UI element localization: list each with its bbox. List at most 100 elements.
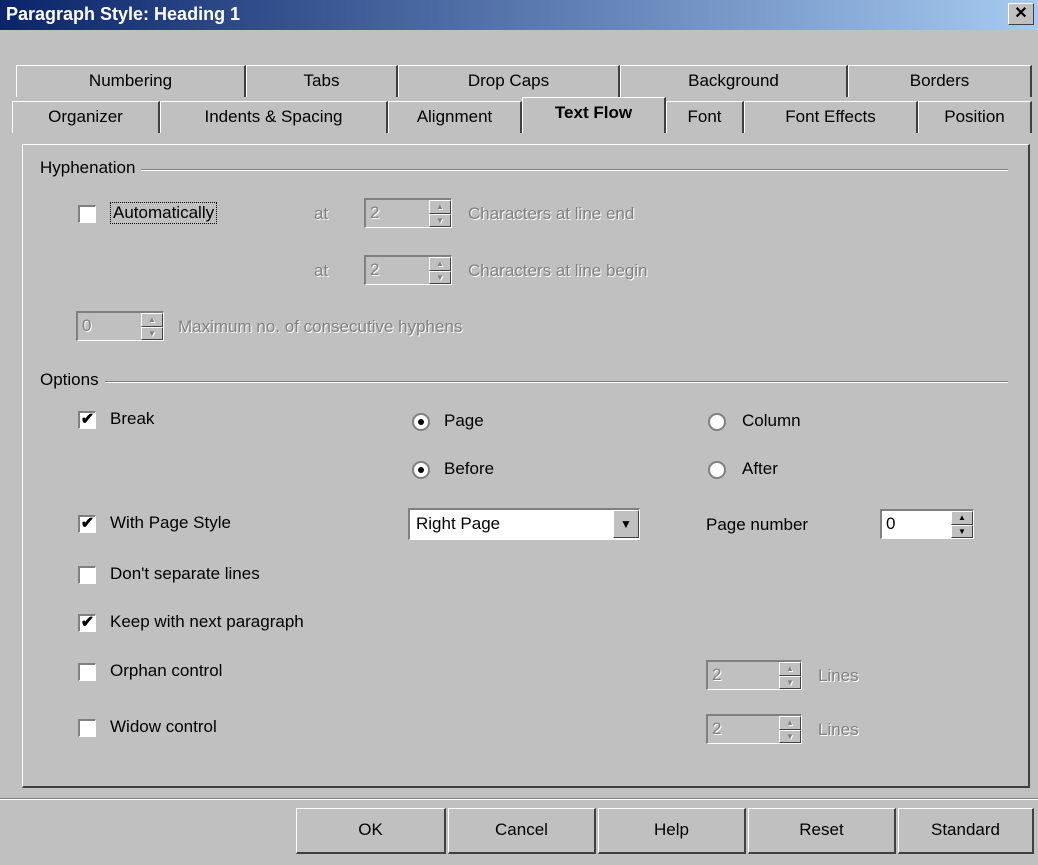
spin-up-icon[interactable]: ▲ bbox=[141, 313, 163, 327]
after-label: After bbox=[742, 459, 778, 478]
column-radio[interactable] bbox=[708, 413, 726, 431]
spinner-value: 2 bbox=[370, 260, 380, 279]
widow-lines-spinner[interactable]: 2 ▲ ▼ bbox=[706, 714, 802, 744]
tab-panel bbox=[22, 144, 1030, 788]
tab-label: Background bbox=[688, 71, 779, 90]
title-bar: Paragraph Style: Heading 1 ✕ bbox=[0, 0, 1038, 30]
tab-label: Indents & Spacing bbox=[204, 107, 343, 126]
tab-label: Tabs bbox=[303, 71, 340, 90]
page-style-value: Right Page bbox=[416, 514, 501, 533]
tab-position[interactable]: Position bbox=[918, 101, 1032, 133]
page-radio[interactable] bbox=[412, 413, 430, 431]
automatically-label: Automatically bbox=[110, 202, 218, 224]
tab-font-effects[interactable]: Font Effects bbox=[744, 101, 918, 133]
close-icon: ✕ bbox=[1014, 5, 1028, 22]
spin-down-icon[interactable]: ▼ bbox=[429, 213, 451, 227]
spinner-value: 0 bbox=[82, 316, 92, 335]
bottom-separator bbox=[0, 798, 1038, 800]
tab-text-flow[interactable]: Text Flow bbox=[522, 97, 666, 133]
window-title: Paragraph Style: Heading 1 bbox=[6, 4, 241, 24]
hyph-begin-spinner[interactable]: 2 ▲ ▼ bbox=[364, 255, 452, 285]
spin-down-icon[interactable]: ▼ bbox=[779, 729, 801, 743]
with-page-style-label: With Page Style bbox=[110, 513, 231, 532]
help-label: Help bbox=[654, 820, 689, 839]
orphan-control-label: Orphan control bbox=[110, 661, 223, 680]
hyph-begin-suffix: Characters at line begin bbox=[468, 261, 648, 280]
tab-indents-spacing[interactable]: Indents & Spacing bbox=[160, 101, 388, 133]
cancel-button[interactable]: Cancel bbox=[448, 808, 596, 854]
break-label: Break bbox=[110, 409, 155, 428]
max-hyphens-spinner[interactable]: 0 ▲ ▼ bbox=[76, 311, 164, 341]
hyph-at-label-1: at bbox=[314, 204, 329, 223]
spin-down-icon[interactable]: ▼ bbox=[951, 524, 973, 538]
reset-button[interactable]: Reset bbox=[748, 808, 896, 854]
spin-up-icon[interactable]: ▲ bbox=[429, 200, 451, 214]
tab-label: Font Effects bbox=[785, 107, 876, 126]
keep-with-next-label: Keep with next paragraph bbox=[110, 612, 304, 631]
automatically-checkbox[interactable] bbox=[78, 205, 96, 223]
tab-alignment[interactable]: Alignment bbox=[388, 101, 522, 133]
spin-down-icon[interactable]: ▼ bbox=[779, 675, 801, 689]
page-number-spinner[interactable]: 0 ▲ ▼ bbox=[880, 509, 974, 539]
options-separator bbox=[40, 381, 1008, 383]
hyph-end-spinner[interactable]: 2 ▲ ▼ bbox=[364, 198, 452, 228]
tab-background[interactable]: Background bbox=[620, 65, 848, 97]
keep-with-next-checkbox[interactable]: ✔ bbox=[78, 614, 96, 632]
dont-separate-checkbox[interactable] bbox=[78, 566, 96, 584]
tab-numbering[interactable]: Numbering bbox=[16, 65, 246, 97]
tab-font[interactable]: Font bbox=[666, 101, 744, 133]
check-icon: ✔ bbox=[80, 515, 95, 532]
options-group-label: Options bbox=[40, 370, 105, 390]
spin-up-icon[interactable]: ▲ bbox=[779, 662, 801, 676]
widow-control-checkbox[interactable] bbox=[78, 719, 96, 737]
page-style-dropdown[interactable]: Right Page ▼ bbox=[408, 508, 640, 540]
widow-lines-unit: Lines bbox=[818, 720, 859, 739]
hyph-end-suffix: Characters at line end bbox=[468, 204, 635, 223]
break-checkbox[interactable]: ✔ bbox=[78, 411, 96, 429]
spinner-value: 2 bbox=[370, 203, 380, 222]
tab-label: Font bbox=[687, 107, 722, 126]
hyph-at-label-2: at bbox=[314, 261, 329, 280]
orphan-lines-spinner[interactable]: 2 ▲ ▼ bbox=[706, 660, 802, 690]
check-icon: ✔ bbox=[80, 411, 95, 428]
max-hyphens-label: Maximum no. of consecutive hyphens bbox=[178, 317, 463, 336]
before-radio[interactable] bbox=[412, 461, 430, 479]
page-label: Page bbox=[444, 411, 484, 430]
tab-label: Alignment bbox=[416, 107, 493, 126]
hyphenation-group-label: Hyphenation bbox=[40, 158, 142, 178]
tab-drop-caps[interactable]: Drop Caps bbox=[398, 65, 620, 97]
ok-label: OK bbox=[358, 820, 383, 839]
spin-up-icon[interactable]: ▲ bbox=[951, 511, 973, 525]
radio-dot bbox=[418, 419, 424, 425]
standard-button[interactable]: Standard bbox=[898, 808, 1034, 854]
help-button[interactable]: Help bbox=[598, 808, 746, 854]
hyphenation-separator bbox=[40, 169, 1008, 171]
orphan-control-checkbox[interactable] bbox=[78, 663, 96, 681]
tab-label: Numbering bbox=[88, 71, 173, 90]
spin-down-icon[interactable]: ▼ bbox=[141, 326, 163, 340]
tab-label: Drop Caps bbox=[467, 71, 550, 90]
tab-organizer[interactable]: Organizer bbox=[12, 101, 160, 133]
tab-label: Organizer bbox=[48, 107, 123, 126]
spin-up-icon[interactable]: ▲ bbox=[779, 716, 801, 730]
with-page-style-checkbox[interactable]: ✔ bbox=[78, 515, 96, 533]
reset-label: Reset bbox=[799, 820, 844, 839]
standard-label: Standard bbox=[931, 820, 1000, 839]
dont-separate-label: Don't separate lines bbox=[110, 564, 260, 583]
ok-button[interactable]: OK bbox=[296, 808, 446, 854]
after-radio[interactable] bbox=[708, 461, 726, 479]
column-label: Column bbox=[742, 411, 801, 430]
cancel-label: Cancel bbox=[495, 820, 548, 839]
chevron-down-icon[interactable]: ▼ bbox=[613, 510, 639, 538]
close-button[interactable]: ✕ bbox=[1008, 3, 1034, 25]
spin-down-icon[interactable]: ▼ bbox=[429, 270, 451, 284]
tab-borders[interactable]: Borders bbox=[848, 65, 1032, 97]
spinner-value: 2 bbox=[712, 665, 722, 684]
spin-up-icon[interactable]: ▲ bbox=[429, 257, 451, 271]
tab-label: Position bbox=[944, 107, 1005, 126]
tab-tabs[interactable]: Tabs bbox=[246, 65, 398, 97]
spinner-value: 0 bbox=[886, 514, 896, 533]
before-label: Before bbox=[444, 459, 495, 478]
tab-label: Borders bbox=[909, 71, 970, 90]
spinner-value: 2 bbox=[712, 719, 722, 738]
